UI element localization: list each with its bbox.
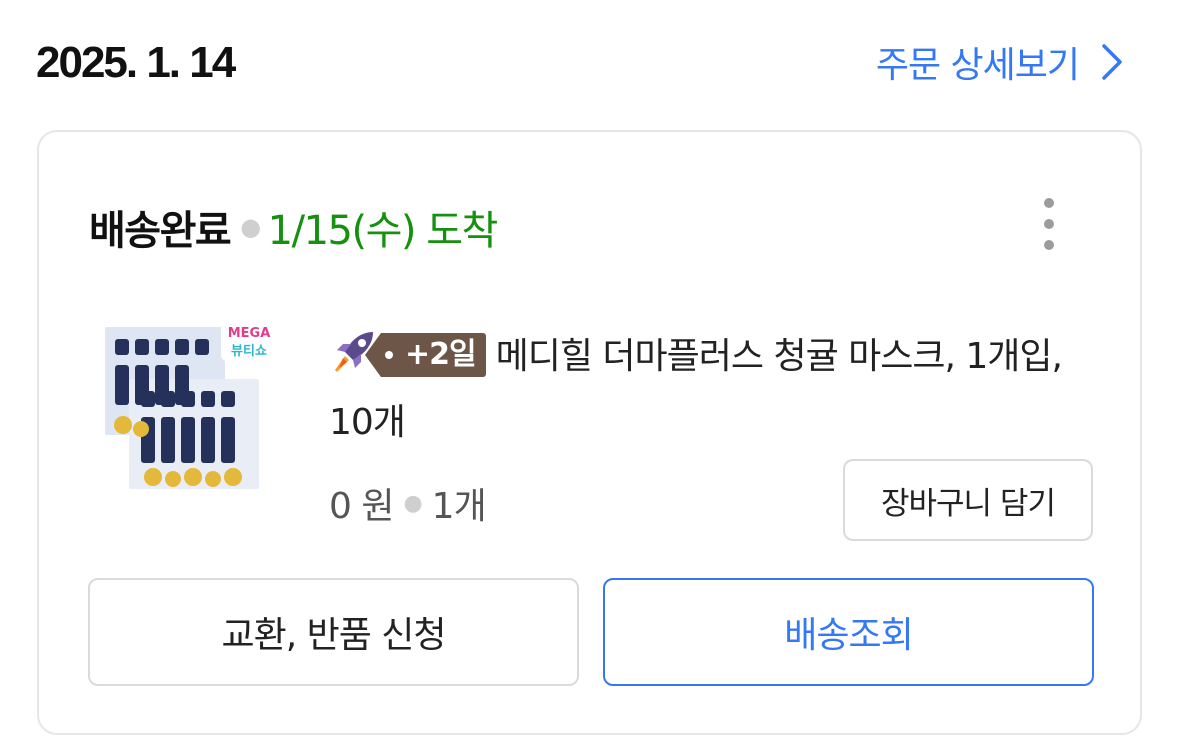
more-vertical-icon[interactable] bbox=[1037, 198, 1061, 250]
product-quantity: 1개 bbox=[431, 486, 487, 527]
order-detail-label: 주문 상세보기 bbox=[875, 45, 1080, 86]
thumbnail-badge-bottom: 뷰티쇼 bbox=[231, 343, 267, 359]
add-to-cart-button[interactable]: 장바구니 담기 bbox=[843, 459, 1093, 541]
exchange-return-button[interactable]: 교환, 반품 신청 bbox=[88, 578, 579, 686]
order-card: 배송완료 ● 1/15(수) 도착 MEGA 뷰티쇼 +2일 메디힐 더마플러스… bbox=[37, 130, 1142, 735]
chevron-right-icon bbox=[1102, 44, 1122, 80]
product-price: 0 원 bbox=[329, 486, 394, 527]
price-row: 0 원 ● 1개 bbox=[329, 477, 487, 529]
delivery-status-row: 배송완료 ● 1/15(수) 도착 bbox=[89, 198, 499, 256]
arrival-date: 1/15(수) 도착 bbox=[267, 208, 499, 254]
order-date: 2025. 1. 14 bbox=[36, 38, 236, 87]
separator-dot: ● bbox=[403, 490, 422, 516]
order-detail-link[interactable]: 주문 상세보기 bbox=[876, 36, 1123, 88]
delivery-badge: +2일 bbox=[365, 333, 486, 377]
separator-dot: ● bbox=[240, 213, 261, 241]
delivery-status: 배송완료 bbox=[89, 208, 232, 254]
product-thumbnail[interactable]: MEGA 뷰티쇼 bbox=[101, 317, 281, 497]
thumbnail-badge-top: MEGA bbox=[228, 326, 271, 341]
product-info[interactable]: +2일 메디힐 더마플러스 청귤 마스크, 1개입, 10개 bbox=[329, 324, 1109, 456]
track-delivery-button[interactable]: 배송조회 bbox=[603, 578, 1094, 686]
